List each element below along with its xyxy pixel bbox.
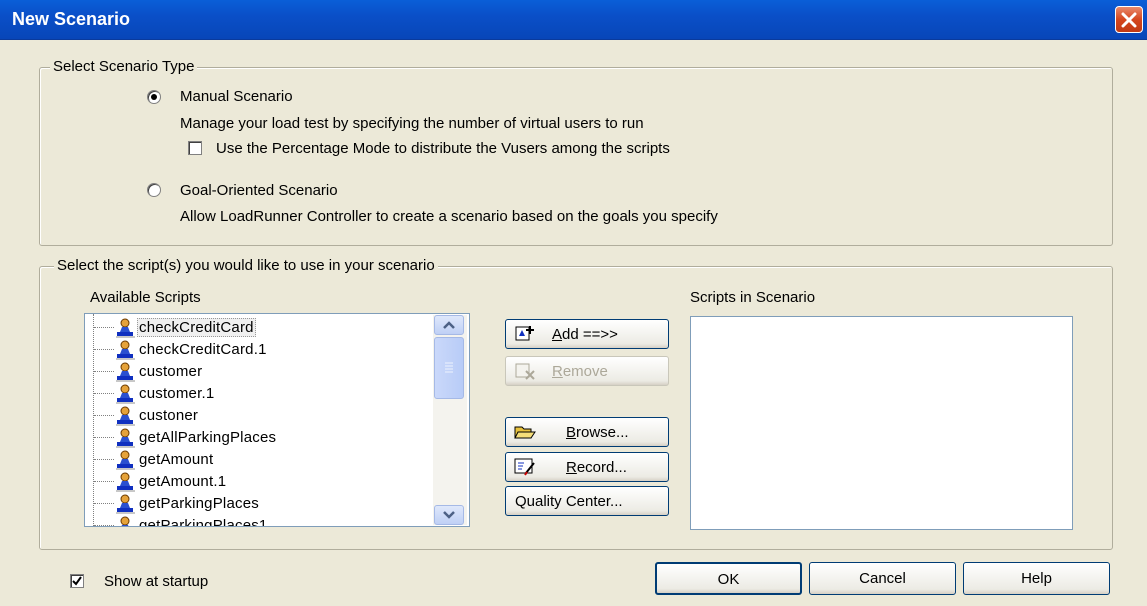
show-at-startup-checkbox[interactable] xyxy=(70,574,84,588)
script-name: getAmount.1 xyxy=(139,473,227,490)
quality-center-label: Quality Center... xyxy=(515,493,623,510)
scrollbar[interactable] xyxy=(433,315,467,525)
scripts-legend: Select the script(s) you would like to u… xyxy=(54,257,438,274)
manual-scenario-description: Manage your load test by specifying the … xyxy=(180,115,644,132)
title-bar: New Scenario xyxy=(0,0,1147,40)
manual-scenario-radio[interactable] xyxy=(147,90,161,104)
chevron-down-icon xyxy=(443,511,455,519)
tree-connector xyxy=(94,437,114,438)
checkmark-icon xyxy=(72,576,82,586)
tree-connector xyxy=(94,349,114,350)
window-title: New Scenario xyxy=(12,9,131,29)
record-button[interactable]: Record... xyxy=(505,452,669,482)
vuser-script-icon xyxy=(115,494,137,514)
add-script-icon xyxy=(515,326,534,341)
script-name: customer.1 xyxy=(139,385,215,402)
remove-script-icon xyxy=(515,363,535,380)
cancel-button[interactable]: Cancel xyxy=(809,562,956,595)
add-button-label: dd ==>> xyxy=(562,326,618,343)
script-name: checkCreditCard.1 xyxy=(139,341,267,358)
add-button[interactable]: Add ==>> xyxy=(505,319,669,349)
manual-scenario-label[interactable]: Manual Scenario xyxy=(180,88,293,105)
tree-connector xyxy=(94,415,114,416)
tree-connector xyxy=(94,525,114,526)
record-script-icon xyxy=(514,458,535,476)
open-folder-icon xyxy=(514,426,536,439)
list-item[interactable]: getParkingPlaces xyxy=(85,493,425,515)
remove-button-label: emove xyxy=(562,363,608,380)
close-icon xyxy=(1121,12,1137,28)
percentage-mode-label[interactable]: Use the Percentage Mode to distribute th… xyxy=(216,140,670,157)
list-item[interactable]: customer.1 xyxy=(85,383,425,405)
vuser-script-icon xyxy=(115,516,137,526)
scripts-in-scenario-list[interactable] xyxy=(690,316,1073,530)
vuser-script-icon xyxy=(115,406,137,426)
vuser-script-icon xyxy=(115,450,137,470)
vuser-script-icon xyxy=(115,318,137,338)
close-button[interactable] xyxy=(1115,6,1143,33)
list-item[interactable]: getAllParkingPlaces xyxy=(85,427,425,449)
list-item[interactable]: checkCreditCard.1 xyxy=(85,339,425,361)
goal-oriented-radio[interactable] xyxy=(147,183,161,197)
scroll-thumb[interactable] xyxy=(434,337,464,399)
script-name: customer xyxy=(139,363,203,380)
list-item[interactable]: getAmount xyxy=(85,449,425,471)
vuser-script-icon xyxy=(115,340,137,360)
add-button-mnemonic: A xyxy=(552,326,563,343)
browse-button-label: rowse... xyxy=(576,424,629,441)
vuser-script-icon xyxy=(115,384,137,404)
available-scripts-list[interactable]: checkCreditCard checkCreditCard.1 customer… xyxy=(84,313,470,527)
scroll-up-button[interactable] xyxy=(434,315,464,335)
tree-connector xyxy=(94,503,114,504)
available-scripts-label: Available Scripts xyxy=(90,289,201,306)
quality-center-button[interactable]: Quality Center... xyxy=(505,486,669,516)
script-name: getParkingPlaces xyxy=(139,495,259,512)
chevron-up-icon xyxy=(443,321,455,329)
script-name: getAmount xyxy=(139,451,214,468)
scenario-type-legend: Select Scenario Type xyxy=(50,58,198,75)
script-name: getAllParkingPlaces xyxy=(139,429,277,446)
percentage-mode-checkbox[interactable] xyxy=(188,141,202,155)
script-name: checkCreditCard xyxy=(137,318,256,337)
script-name: getParkingPlaces1 xyxy=(139,517,268,527)
remove-button[interactable]: Remove xyxy=(505,356,669,386)
help-button[interactable]: Help xyxy=(963,562,1110,595)
remove-button-mnemonic: R xyxy=(552,363,563,380)
tree-connector xyxy=(94,393,114,394)
tree-connector xyxy=(94,371,114,372)
list-item[interactable]: getParkingPlaces1 xyxy=(85,515,425,527)
scripts-in-scenario-label: Scripts in Scenario xyxy=(690,289,816,306)
record-button-mnemonic: R xyxy=(566,459,577,476)
grip-icon xyxy=(445,362,453,373)
list-item[interactable]: customer xyxy=(85,361,425,383)
vuser-script-icon xyxy=(115,362,137,382)
vuser-script-icon xyxy=(115,428,137,448)
tree-connector xyxy=(94,327,114,328)
browse-button-mnemonic: B xyxy=(566,424,577,441)
goal-oriented-label[interactable]: Goal-Oriented Scenario xyxy=(180,182,338,199)
tree-connector xyxy=(94,459,114,460)
browse-button[interactable]: Browse... xyxy=(505,417,669,447)
list-item[interactable]: checkCreditCard xyxy=(85,317,425,339)
scroll-down-button[interactable] xyxy=(434,505,464,525)
ok-button[interactable]: OK xyxy=(655,562,802,595)
record-button-label: ecord... xyxy=(576,459,627,476)
list-item[interactable]: getAmount.1 xyxy=(85,471,425,493)
script-name: custoner xyxy=(139,407,199,424)
show-at-startup-label[interactable]: Show at startup xyxy=(104,573,208,590)
tree-connector xyxy=(94,481,114,482)
vuser-script-icon xyxy=(115,472,137,492)
goal-oriented-description: Allow LoadRunner Controller to create a … xyxy=(180,208,718,225)
list-item[interactable]: custoner xyxy=(85,405,425,427)
